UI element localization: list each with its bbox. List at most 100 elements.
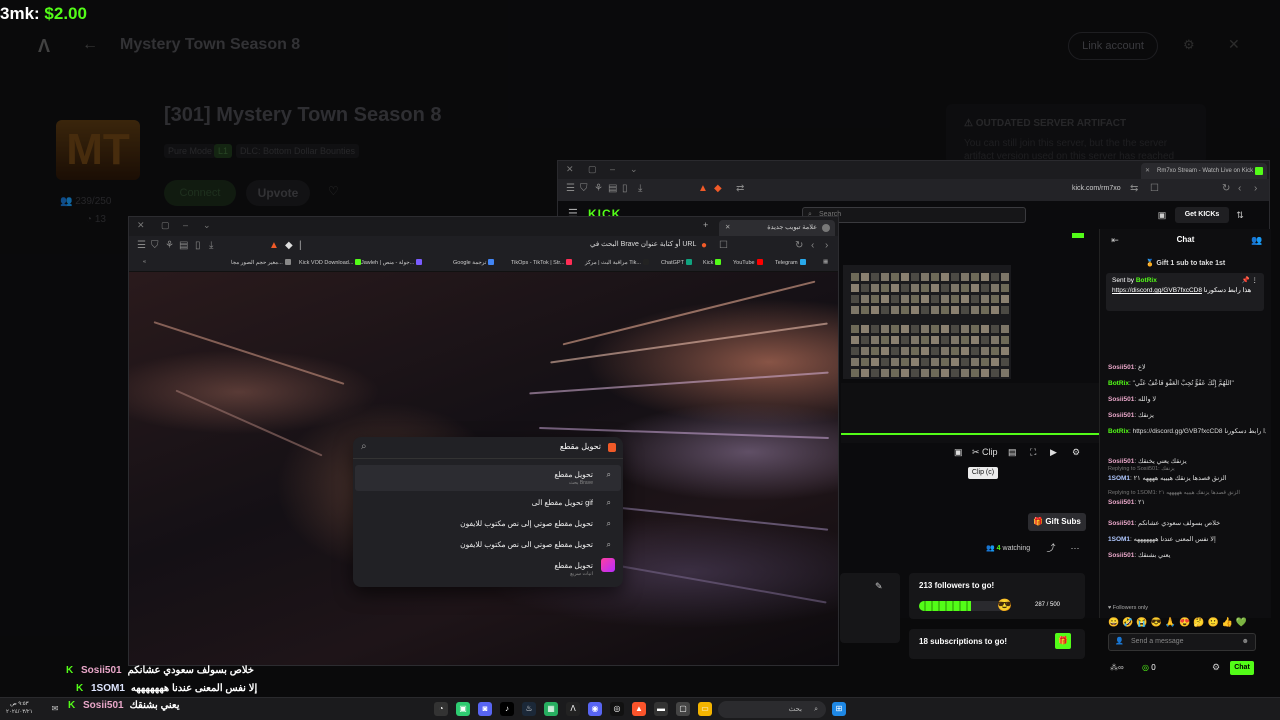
send-message-input[interactable]: 👤 Send a message ☻ [1108, 633, 1256, 651]
apps-grid-icon[interactable]: ▦ [823, 259, 828, 265]
chat-username[interactable]: Sosii501 [1108, 412, 1134, 419]
chat-username[interactable]: 1SOM1 [1108, 475, 1130, 482]
search-field[interactable]: ⌕ تحويل مقطع [353, 437, 623, 459]
emote-icon[interactable]: ☻ [1242, 634, 1249, 650]
chat-app-icon[interactable]: ◙ [478, 702, 492, 716]
clock-icon[interactable]: ◔ [434, 702, 448, 716]
sort-icon[interactable]: ⇅ [1233, 208, 1247, 222]
pinned-user[interactable]: BotRix [1136, 277, 1157, 284]
sidebar-icon[interactable]: ▤ [179, 240, 188, 251]
chat-username[interactable]: 1SOM1 [1108, 536, 1130, 543]
chat-username[interactable]: BotRix [1108, 380, 1129, 387]
chat-username[interactable]: Sosii501 [1108, 396, 1134, 403]
more-icon[interactable]: ⋯ [1068, 541, 1082, 555]
kick-icon[interactable]: ▬ [654, 702, 668, 716]
download-icon[interactable]: ⤓ [638, 183, 642, 194]
bookmark-item[interactable]: مراقبة البث | مركز Tik... [585, 259, 649, 266]
video-progress-bar[interactable] [841, 433, 1099, 435]
brave-icon[interactable]: ▲ [632, 702, 646, 716]
steam-icon[interactable]: ♨ [522, 702, 536, 716]
forward-icon[interactable]: › [1254, 183, 1257, 194]
minecraft-icon[interactable]: ▦ [544, 702, 558, 716]
search-suggestion[interactable]: تحويل مقطع صوتي الى نص مكتوب للايفون ⌕ [355, 535, 621, 555]
chat-username[interactable]: Sosii501 [1108, 364, 1134, 371]
reading-list-icon[interactable]: ▯ [195, 240, 201, 251]
taskbar-search[interactable]: بحث ⌕ [718, 701, 826, 718]
download-icon[interactable]: ⤓ [209, 240, 213, 251]
chat-username[interactable]: Sosii501 [1108, 520, 1134, 527]
captions-icon[interactable]: ▤ [1008, 447, 1017, 458]
fullscreen-icon[interactable]: ⛶ [1030, 447, 1036, 458]
windows-start-icon[interactable]: ⊞ [832, 702, 846, 716]
chat-send-button[interactable]: Chat [1230, 661, 1254, 675]
chat-username[interactable]: Sosii501 [1108, 499, 1134, 506]
bookmark-item[interactable]: Jawleh | جولة - منص... [361, 259, 423, 266]
users-icon[interactable]: 👥 [1250, 233, 1264, 247]
edit-icon[interactable]: ✎ [875, 581, 883, 592]
brave-vpn-icon[interactable]: ◆ [285, 240, 293, 251]
play-icon[interactable]: ▶ [1050, 447, 1057, 458]
back-icon[interactable]: ‹ [811, 240, 814, 251]
brave-url-bar[interactable]: البحث في Brave أو كتابة عنوان URL [590, 240, 696, 248]
menu-icon[interactable]: ☰ [137, 240, 146, 251]
shield-icon[interactable]: ⛉ [151, 240, 159, 251]
forward-icon[interactable]: › [825, 240, 828, 251]
minimize-icon[interactable]: – [610, 164, 615, 174]
close-window-icon[interactable]: ✕ [137, 220, 145, 231]
brave-shield-icon[interactable]: ◆ [714, 183, 722, 194]
brave-rewards-icon[interactable]: ▲ [269, 240, 279, 251]
reload-icon[interactable]: ↻ [795, 240, 803, 251]
pinned-link[interactable]: https://discord.gg/GVB7fxcCD8 [1112, 287, 1202, 294]
bookmark-item[interactable]: Telegram [775, 259, 806, 266]
gift-green-icon[interactable]: 🎁 [1055, 633, 1071, 649]
fivem-icon[interactable]: Λ [566, 702, 580, 716]
bookmark-icon[interactable]: ☐ [719, 240, 728, 251]
shield-icon[interactable]: ⛉ [580, 183, 588, 194]
clip-button[interactable]: ✂ Clip [972, 447, 998, 458]
gift-banner[interactable]: 🏅 Gift 1 sub to take 1st [1100, 259, 1271, 267]
bookmark-item[interactable]: مغير حجم الصور مجا... [231, 259, 291, 266]
emote-bar[interactable]: 😀🤣😭😎🙏😍🤔🙂👍💚 [1108, 617, 1250, 628]
chat-settings-icon[interactable]: ⚙ [1212, 662, 1220, 673]
chat-username[interactable]: Sosii501 [1108, 552, 1134, 559]
bookmark-item[interactable]: Kick [703, 259, 722, 266]
taskbar-clock[interactable]: ٩:٥٣ ص ٢٠٢٤/٠٣/٢١ [6, 700, 33, 716]
minimize-icon[interactable]: – [183, 220, 188, 230]
reading-list-icon[interactable]: ▯ [622, 183, 628, 194]
bookmark-item[interactable]: ChatGPT [661, 259, 692, 266]
tiktok-icon[interactable]: ♪ [500, 702, 514, 716]
chat-username[interactable]: BotRix [1108, 428, 1129, 435]
reload-icon[interactable]: ↻ [1222, 183, 1230, 194]
search-suggestion[interactable]: تحويل مقطع الى gif ⌕ [355, 493, 621, 513]
chevron-down-icon[interactable]: ⌄ [630, 164, 638, 175]
bookmark-icon[interactable]: ☐ [1150, 183, 1159, 194]
kicks-balance[interactable]: ◎ 0 [1142, 663, 1156, 672]
translate-icon[interactable]: ⇆ [1130, 183, 1138, 194]
chat-username[interactable]: Sosii501 [1108, 458, 1134, 465]
close-tab-icon[interactable]: ✕ [1145, 163, 1150, 179]
chevron-down-icon[interactable]: ⌄ [203, 220, 211, 231]
close-tab-icon[interactable]: ✕ [725, 220, 730, 236]
extensions-icon[interactable]: ⚘ [594, 183, 603, 194]
share-icon[interactable]: ⤴ [1044, 541, 1058, 555]
phone-link-icon[interactable]: ▣ [456, 702, 470, 716]
bookmarks-overflow-icon[interactable]: « [143, 259, 146, 265]
maximize-icon[interactable]: ▢ [161, 220, 170, 231]
settings-icon[interactable]: ⚙ [1072, 447, 1080, 458]
back-icon[interactable]: ‹ [1238, 183, 1241, 194]
theater-icon[interactable]: ▣ [954, 447, 963, 458]
discord-icon[interactable]: ◉ [588, 702, 602, 716]
get-kicks-button[interactable]: Get KICKs [1175, 207, 1229, 223]
calculator-icon[interactable]: ▢ [676, 702, 690, 716]
search-suggestion[interactable]: تحويل مقطع صوتي إلى نص مكتوب للايفون ⌕ [355, 514, 621, 534]
bookmark-item[interactable]: TikOps - TikTok | Str... [511, 259, 573, 266]
search-suggestion[interactable]: تحويل مقطع بحث Brave ⌕ [355, 465, 621, 491]
url-bar[interactable]: kick.com/rm7xo [1072, 185, 1121, 192]
sidebar-icon[interactable]: ▤ [608, 183, 617, 194]
notification-icon[interactable]: ✉ [48, 702, 62, 716]
tab-kick-stream[interactable]: ✕ Rm7xo Stream - Watch Live on Kick [1141, 163, 1267, 179]
bookmark-item[interactable]: Kick VOD Download... [299, 259, 362, 266]
obs-icon[interactable]: ◎ [610, 702, 624, 716]
extensions-icon[interactable]: ⚘ [165, 240, 174, 251]
emoji-picker-icon[interactable]: 👤 [1115, 634, 1124, 650]
